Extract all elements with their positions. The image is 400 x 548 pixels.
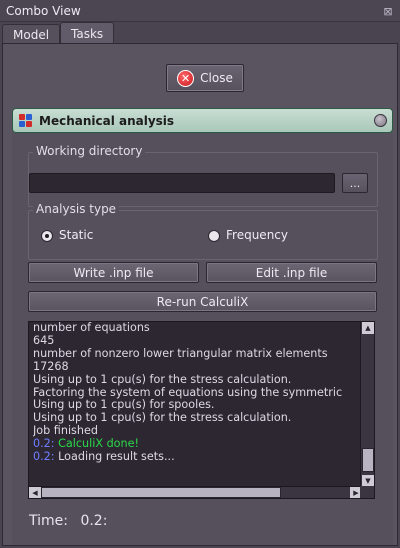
edit-inp-label: Edit .inp file [255, 265, 328, 280]
working-directory-label: Working directory [33, 144, 146, 158]
window-title: Combo View [6, 3, 81, 18]
mechanical-analysis-title: Mechanical analysis [39, 113, 175, 128]
log-line: 0.2: Loading result sets... [33, 450, 175, 464]
close-button[interactable]: ✕ Close [166, 64, 244, 92]
horizontal-scroll-thumb[interactable] [41, 487, 281, 498]
collapse-icon[interactable] [374, 114, 387, 127]
scroll-left-icon[interactable]: ◀ [29, 487, 41, 498]
browse-button[interactable]: ... [342, 173, 368, 193]
time-display: Time: 0.2: [29, 513, 107, 529]
write-inp-button[interactable]: Write .inp file [28, 262, 199, 283]
edit-inp-button[interactable]: Edit .inp file [206, 262, 377, 283]
tab-tasks[interactable]: Tasks [60, 22, 114, 44]
log-line: number of nonzero lower triangular matri… [33, 346, 328, 360]
output-log-text: number of equations 645 number of nonzer… [33, 322, 360, 488]
write-inp-label: Write .inp file [73, 265, 154, 280]
tasks-panel: ✕ Close Mechanical analysis Working dire… [2, 43, 398, 546]
frequency-radio[interactable] [208, 230, 220, 242]
close-button-label: Close [200, 71, 233, 85]
vertical-scroll-thumb[interactable] [362, 448, 374, 472]
time-label: Time: [29, 513, 68, 529]
rerun-calculix-label: Re-run CalculiX [156, 294, 249, 309]
fem-analysis-icon [19, 113, 33, 128]
log-timestamp: 0.2: [33, 437, 55, 451]
static-radio-label: Static [59, 228, 94, 242]
scroll-up-icon[interactable]: ▲ [362, 322, 374, 334]
log-horizontal-scrollbar[interactable]: ◀ ▶ [29, 486, 362, 498]
rerun-calculix-button[interactable]: Re-run CalculiX [28, 291, 377, 312]
mechanical-analysis-body: Working directory ... Analysis type Stat… [12, 133, 393, 545]
mechanical-analysis-header[interactable]: Mechanical analysis [12, 108, 393, 133]
tab-tasks-label: Tasks [71, 26, 104, 41]
static-radio[interactable] [41, 230, 53, 242]
float-close-icon[interactable]: ⊠ [380, 3, 396, 19]
window-titlebar: Combo View ⊠ [0, 0, 400, 22]
frequency-radio-label: Frequency [226, 228, 288, 242]
tab-model-label: Model [13, 27, 50, 42]
tab-bar: Model Tasks [0, 22, 400, 44]
tab-model[interactable]: Model [2, 24, 60, 44]
analysis-type-label: Analysis type [33, 202, 120, 216]
output-log[interactable]: number of equations 645 number of nonzer… [28, 321, 375, 499]
log-line: number of equations [33, 322, 150, 334]
close-icon: ✕ [177, 69, 195, 87]
log-vertical-scrollbar[interactable]: ▲ ▼ [360, 322, 374, 487]
scroll-corner [360, 486, 374, 498]
working-directory-field[interactable] [29, 173, 335, 193]
time-value: 0.2: [80, 513, 108, 529]
log-timestamp: 0.2: [33, 450, 55, 464]
